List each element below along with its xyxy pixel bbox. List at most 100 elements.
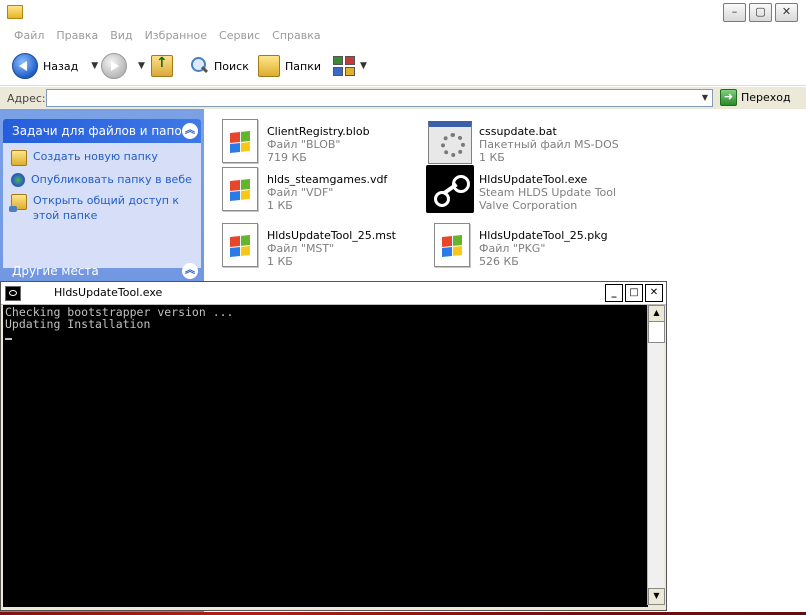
search-icon — [189, 56, 209, 76]
console-title: HldsUpdateTool.exe — [54, 286, 163, 299]
chevron-down-icon[interactable]: ▼ — [138, 61, 145, 71]
console-maximize-button[interactable]: □ — [625, 284, 643, 302]
console-line: Updating Installation — [5, 317, 151, 331]
back-button[interactable]: Назад ▼ — [12, 51, 98, 81]
file-item[interactable]: HldsUpdateTool_25.pkg Файл "PKG" 526 КБ — [426, 221, 636, 271]
address-bar: Адрес: ▼ ➜ Переход — [0, 87, 806, 110]
menu-file[interactable]: Файл — [8, 26, 50, 46]
console-minimize-button[interactable]: _ — [605, 284, 623, 302]
file-name: HldsUpdateTool_25.mst — [267, 229, 396, 242]
menu-view[interactable]: Вид — [104, 26, 138, 46]
task-share-folder[interactable]: Открыть общий доступ к этой папке — [9, 193, 193, 223]
batch-file-icon — [426, 117, 472, 164]
back-arrow-icon — [12, 53, 38, 79]
menu-edit[interactable]: Правка — [50, 26, 104, 46]
windows-doc-icon — [214, 221, 258, 267]
close-button[interactable]: ✕ — [775, 3, 798, 22]
other-places-title: Другие места — [12, 264, 99, 278]
folders-button[interactable]: Папки — [258, 51, 321, 81]
other-places-header[interactable]: Другие места ︽ — [3, 259, 201, 283]
file-type: Пакетный файл MS-DOS — [479, 138, 619, 151]
task-publish-label: Опубликовать папку в вебе — [31, 173, 192, 186]
file-type: Файл "BLOB" — [267, 138, 341, 151]
windows-doc-icon — [426, 221, 470, 267]
file-tasks-header[interactable]: Задачи для файлов и папок ︽ — [3, 119, 201, 143]
go-button[interactable]: ➜ Переход — [720, 89, 791, 106]
file-item[interactable]: HldsUpdateTool.exe Steam HLDS Update Too… — [426, 165, 636, 215]
file-name: ClientRegistry.blob — [267, 125, 370, 138]
file-tasks-title: Задачи для файлов и папок — [12, 124, 189, 138]
file-type: Файл "MST" — [267, 242, 335, 255]
folder-icon — [7, 5, 23, 19]
console-window: HldsUpdateTool.exe _ □ ✕ Checking bootst… — [0, 281, 667, 611]
file-type: Файл "PKG" — [479, 242, 546, 255]
file-name: HldsUpdateTool_25.pkg — [479, 229, 608, 242]
scroll-thumb[interactable] — [648, 321, 665, 343]
file-item[interactable]: hlds_steamgames.vdf Файл "VDF" 1 КБ — [214, 165, 424, 215]
console-app-icon — [5, 286, 21, 301]
file-item[interactable]: ClientRegistry.blob Файл "BLOB" 719 КБ — [214, 117, 424, 167]
collapse-chevron-icon[interactable]: ︽ — [182, 263, 198, 279]
chevron-down-icon[interactable]: ▼ — [360, 61, 367, 71]
file-size: 1 КБ — [267, 255, 293, 268]
task-new-folder[interactable]: Создать новую папку — [11, 149, 193, 166]
file-type: Файл "VDF" — [267, 186, 334, 199]
windows-doc-icon — [214, 117, 258, 163]
address-label: Адрес: — [7, 92, 46, 105]
views-button[interactable]: ▼ — [333, 51, 367, 81]
windows-doc-icon — [214, 165, 258, 211]
go-arrow-icon: ➜ — [720, 89, 737, 106]
file-name: HldsUpdateTool.exe — [479, 173, 588, 186]
minimize-button[interactable]: – — [723, 3, 746, 22]
new-folder-icon — [11, 150, 27, 166]
folders-icon — [258, 55, 280, 77]
share-folder-icon — [9, 194, 27, 212]
back-label: Назад — [43, 59, 79, 73]
console-output[interactable]: Checking bootstrapper version ... Updati… — [3, 305, 648, 607]
file-company: Valve Corporation — [479, 199, 578, 212]
search-label: Поиск — [214, 59, 249, 73]
console-cursor — [5, 338, 12, 340]
file-size: 1 КБ — [267, 199, 293, 212]
globe-icon — [11, 173, 25, 187]
console-scrollbar[interactable]: ▲ ▼ — [647, 305, 665, 605]
other-places-panel: Другие места ︽ — [3, 259, 201, 283]
search-button[interactable]: Поиск — [189, 51, 249, 81]
file-size: 526 КБ — [479, 255, 519, 268]
task-publish-web[interactable]: Опубликовать папку в вебе — [11, 172, 193, 187]
menu-help[interactable]: Справка — [266, 26, 326, 46]
file-tasks-panel: Задачи для файлов и папок ︽ Создать нову… — [3, 119, 201, 268]
console-close-button[interactable]: ✕ — [645, 284, 663, 302]
explorer-titlebar[interactable]: – ▢ ✕ — [0, 0, 806, 24]
task-new-folder-label: Создать новую папку — [33, 150, 158, 163]
views-icon — [333, 56, 355, 76]
file-size: 1 КБ — [479, 151, 505, 164]
steam-icon — [426, 165, 474, 213]
file-tasks-body: Создать новую папку Опубликовать папку в… — [3, 143, 201, 268]
folder-up-icon — [151, 55, 173, 77]
scroll-down-icon[interactable]: ▼ — [648, 588, 665, 605]
toolbar: Назад ▼ ▼ Поиск Папки ▼ — [0, 47, 806, 86]
file-item[interactable]: cssupdate.bat Пакетный файл MS-DOS 1 КБ — [426, 117, 636, 167]
maximize-button[interactable]: ▢ — [749, 3, 772, 22]
forward-button[interactable]: ▼ — [101, 51, 145, 81]
collapse-chevron-icon[interactable]: ︽ — [182, 123, 198, 139]
menu-bar: Файл Правка Вид Избранное Сервис Справка — [0, 26, 806, 46]
file-item[interactable]: HldsUpdateTool_25.mst Файл "MST" 1 КБ — [214, 221, 424, 271]
up-folder-button[interactable] — [151, 51, 173, 81]
menu-tools[interactable]: Сервис — [213, 26, 266, 46]
go-label: Переход — [741, 91, 791, 104]
console-titlebar[interactable]: HldsUpdateTool.exe _ □ ✕ — [1, 282, 666, 305]
menu-favorites[interactable]: Избранное — [139, 26, 213, 46]
file-name: hlds_steamgames.vdf — [267, 173, 388, 186]
forward-arrow-icon — [101, 53, 127, 79]
chevron-down-icon[interactable]: ▼ — [91, 61, 98, 71]
chevron-down-icon[interactable]: ▼ — [698, 90, 712, 106]
scroll-up-icon[interactable]: ▲ — [648, 305, 665, 322]
file-name: cssupdate.bat — [479, 125, 557, 138]
task-share-label: Открыть общий доступ к этой папке — [33, 194, 180, 222]
file-description: Steam HLDS Update Tool — [479, 186, 617, 199]
file-size: 719 КБ — [267, 151, 307, 164]
folders-label: Папки — [285, 59, 321, 73]
address-input[interactable]: ▼ — [46, 89, 713, 107]
